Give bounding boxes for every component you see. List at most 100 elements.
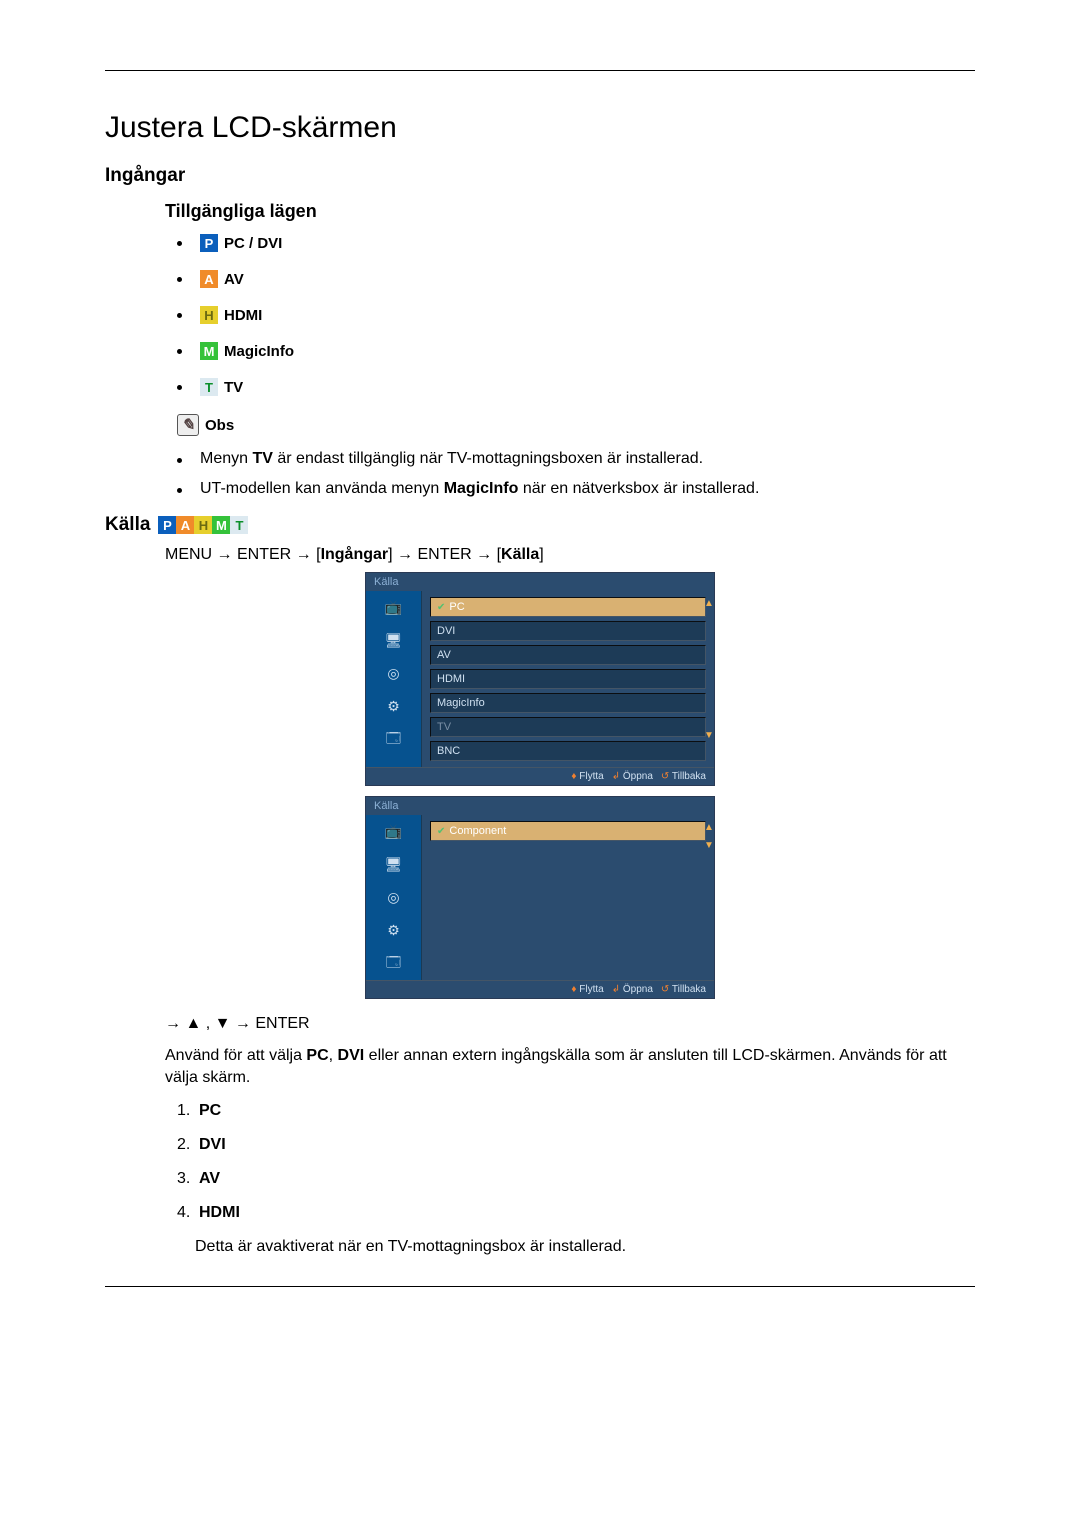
kalla-icons: P A H M T [158,516,248,534]
menu-path-seg: MENU → ENTER → [ [165,546,321,563]
bullet-icon [177,488,182,493]
note-pre: Menyn [200,450,252,467]
note-text: UT-modellen kan använda menyn MagicInfo … [200,480,759,498]
osd-body: 📺 🖥 ◎ ⚙ 🗔 ✔ Component ▲ ▼ [366,815,714,980]
osd-sidebar: 📺 🖥 ◎ ⚙ 🗔 [366,591,422,767]
osd-side-icon: ⚙ [366,690,421,723]
body-text: Använd för att välja PC, DVI eller annan… [165,1045,975,1088]
mode-icon-t: T [200,378,218,396]
check-icon: ✔ [437,602,445,613]
foot-text: Detta är avaktiverat när en TV-mottagnin… [195,1238,975,1256]
numbered-list: 1.PC 2.DVI 3.AV 4.HDMI [177,1102,975,1222]
osd-foot-label: Flytta [579,771,603,782]
osd-side-icon: ⚙ [366,914,421,947]
mode-icon-p: P [200,234,218,252]
mode-icon-m: M [212,516,230,534]
note-item: Menyn TV är endast tillgänglig när TV-mo… [177,450,975,468]
bullet-icon [177,277,182,282]
list-item: 4.HDMI [177,1204,975,1222]
enter-icon: ↲ [612,984,620,995]
osd-row-label: Component [449,825,506,837]
section-ingangar: Ingångar [105,165,975,187]
mode-list: P PC / DVI A AV H HDMI M MagicInfo T TV [177,234,975,396]
osd-body: 📺 🖥 ◎ ⚙ 🗔 ✔PC DVI AV HDMI MagicInfo TV B… [366,591,714,767]
osd-footer: ♦ Flytta ↲ Öppna ↺ Tillbaka [366,767,714,785]
osd-foot-label: Öppna [623,984,653,995]
osd-footer: ♦ Flytta ↲ Öppna ↺ Tillbaka [366,980,714,998]
list-number: 1. [177,1102,199,1120]
osd-row-label: TV [437,721,451,733]
mode-item: P PC / DVI [177,234,975,252]
osd-side-icon: 🗔 [366,947,421,980]
osd-side-icon: 🖥 [366,848,421,881]
note-bold: MagicInfo [444,480,519,497]
kalla-heading-row: Källa P A H M T [105,514,975,536]
osd-row: BNC [430,741,706,761]
osd-row: TV [430,717,706,737]
mode-item: M MagicInfo [177,342,975,360]
note-mid: när en nätverksbox är installerad. [518,480,759,497]
bullet-icon [177,241,182,246]
bullet-icon [177,458,182,463]
list-number: 4. [177,1204,199,1222]
osd-row-label: BNC [437,745,460,757]
menu-path-bold: Ingångar [321,546,389,563]
scroll-down-icon: ▼ [704,841,710,851]
osd-panel-1: Källa 📺 🖥 ◎ ⚙ 🗔 ✔PC DVI AV HDMI MagicInf… [365,572,715,786]
bottom-rule [105,1286,975,1287]
bullet-icon [177,313,182,318]
check-icon: ✔ [437,826,445,837]
osd-row-label: PC [449,601,464,613]
mode-label: HDMI [224,307,262,324]
move-icon: ♦ [571,984,576,995]
osd-column: Källa 📺 🖥 ◎ ⚙ 🗔 ✔PC DVI AV HDMI MagicInf… [365,572,715,999]
list-label: PC [199,1102,221,1119]
osd-row: DVI [430,621,706,641]
osd-screenshot-wrap: Källa 📺 🖥 ◎ ⚙ 🗔 ✔PC DVI AV HDMI MagicInf… [105,572,975,999]
note-bold: TV [252,450,272,467]
osd-row: ✔ PC [430,597,706,617]
mode-item: A AV [177,270,975,288]
menu-path-seg: ] [539,546,543,563]
scroll-up-icon: ▲ [704,599,710,609]
osd-side-icon: 🖥 [366,624,421,657]
subsection-tillgangliga: Tillgängliga lägen [165,201,975,222]
osd-row-label: AV [437,649,451,661]
return-icon: ↺ [661,771,669,782]
note-icon: ✎ [177,414,199,436]
osd-row: AV [430,645,706,665]
osd-side-icon: 📺 [366,815,421,848]
obs-label: Obs [205,417,234,434]
note-item: UT-modellen kan använda menyn MagicInfo … [177,480,975,498]
nav-line: → ▲ , ▼ → ENTER [165,1015,975,1033]
scroll-up-icon: ▲ [704,823,710,833]
osd-row: MagicInfo [430,693,706,713]
menu-path-bold: Källa [501,546,539,563]
list-item: 2.DVI [177,1136,975,1154]
osd-foot-label: Flytta [579,984,603,995]
mode-icon-m: M [200,342,218,360]
mode-label: PC / DVI [224,235,282,252]
obs-row: ✎ Obs [177,414,975,436]
top-rule [105,70,975,71]
page-title: Justera LCD-skärmen [105,111,975,145]
mode-item: T TV [177,378,975,396]
menu-path: MENU → ENTER → [Ingångar] → ENTER → [Käl… [165,546,975,564]
list-item: 1.PC [177,1102,975,1120]
mode-icon-h: H [194,516,212,534]
osd-foot-label: Öppna [623,771,653,782]
osd-scrollbar: ▲ ▼ [704,599,710,741]
body-text-bold: DVI [338,1047,365,1064]
list-label: AV [199,1170,220,1187]
note-list: Menyn TV är endast tillgänglig när TV-mo… [177,450,975,498]
osd-title: Källa [366,797,714,815]
note-mid: är endast tillgänglig när TV-mottagnings… [273,450,703,467]
note-pre: UT-modellen kan använda menyn [200,480,444,497]
return-icon: ↺ [661,984,669,995]
osd-sidebar: 📺 🖥 ◎ ⚙ 🗔 [366,815,422,980]
note-text: Menyn TV är endast tillgänglig när TV-mo… [200,450,703,468]
body-text-seg: Använd för att välja [165,1047,306,1064]
enter-icon: ↲ [612,771,620,782]
osd-foot-label: Tillbaka [672,984,706,995]
osd-main: ✔ Component ▲ ▼ [422,815,714,980]
